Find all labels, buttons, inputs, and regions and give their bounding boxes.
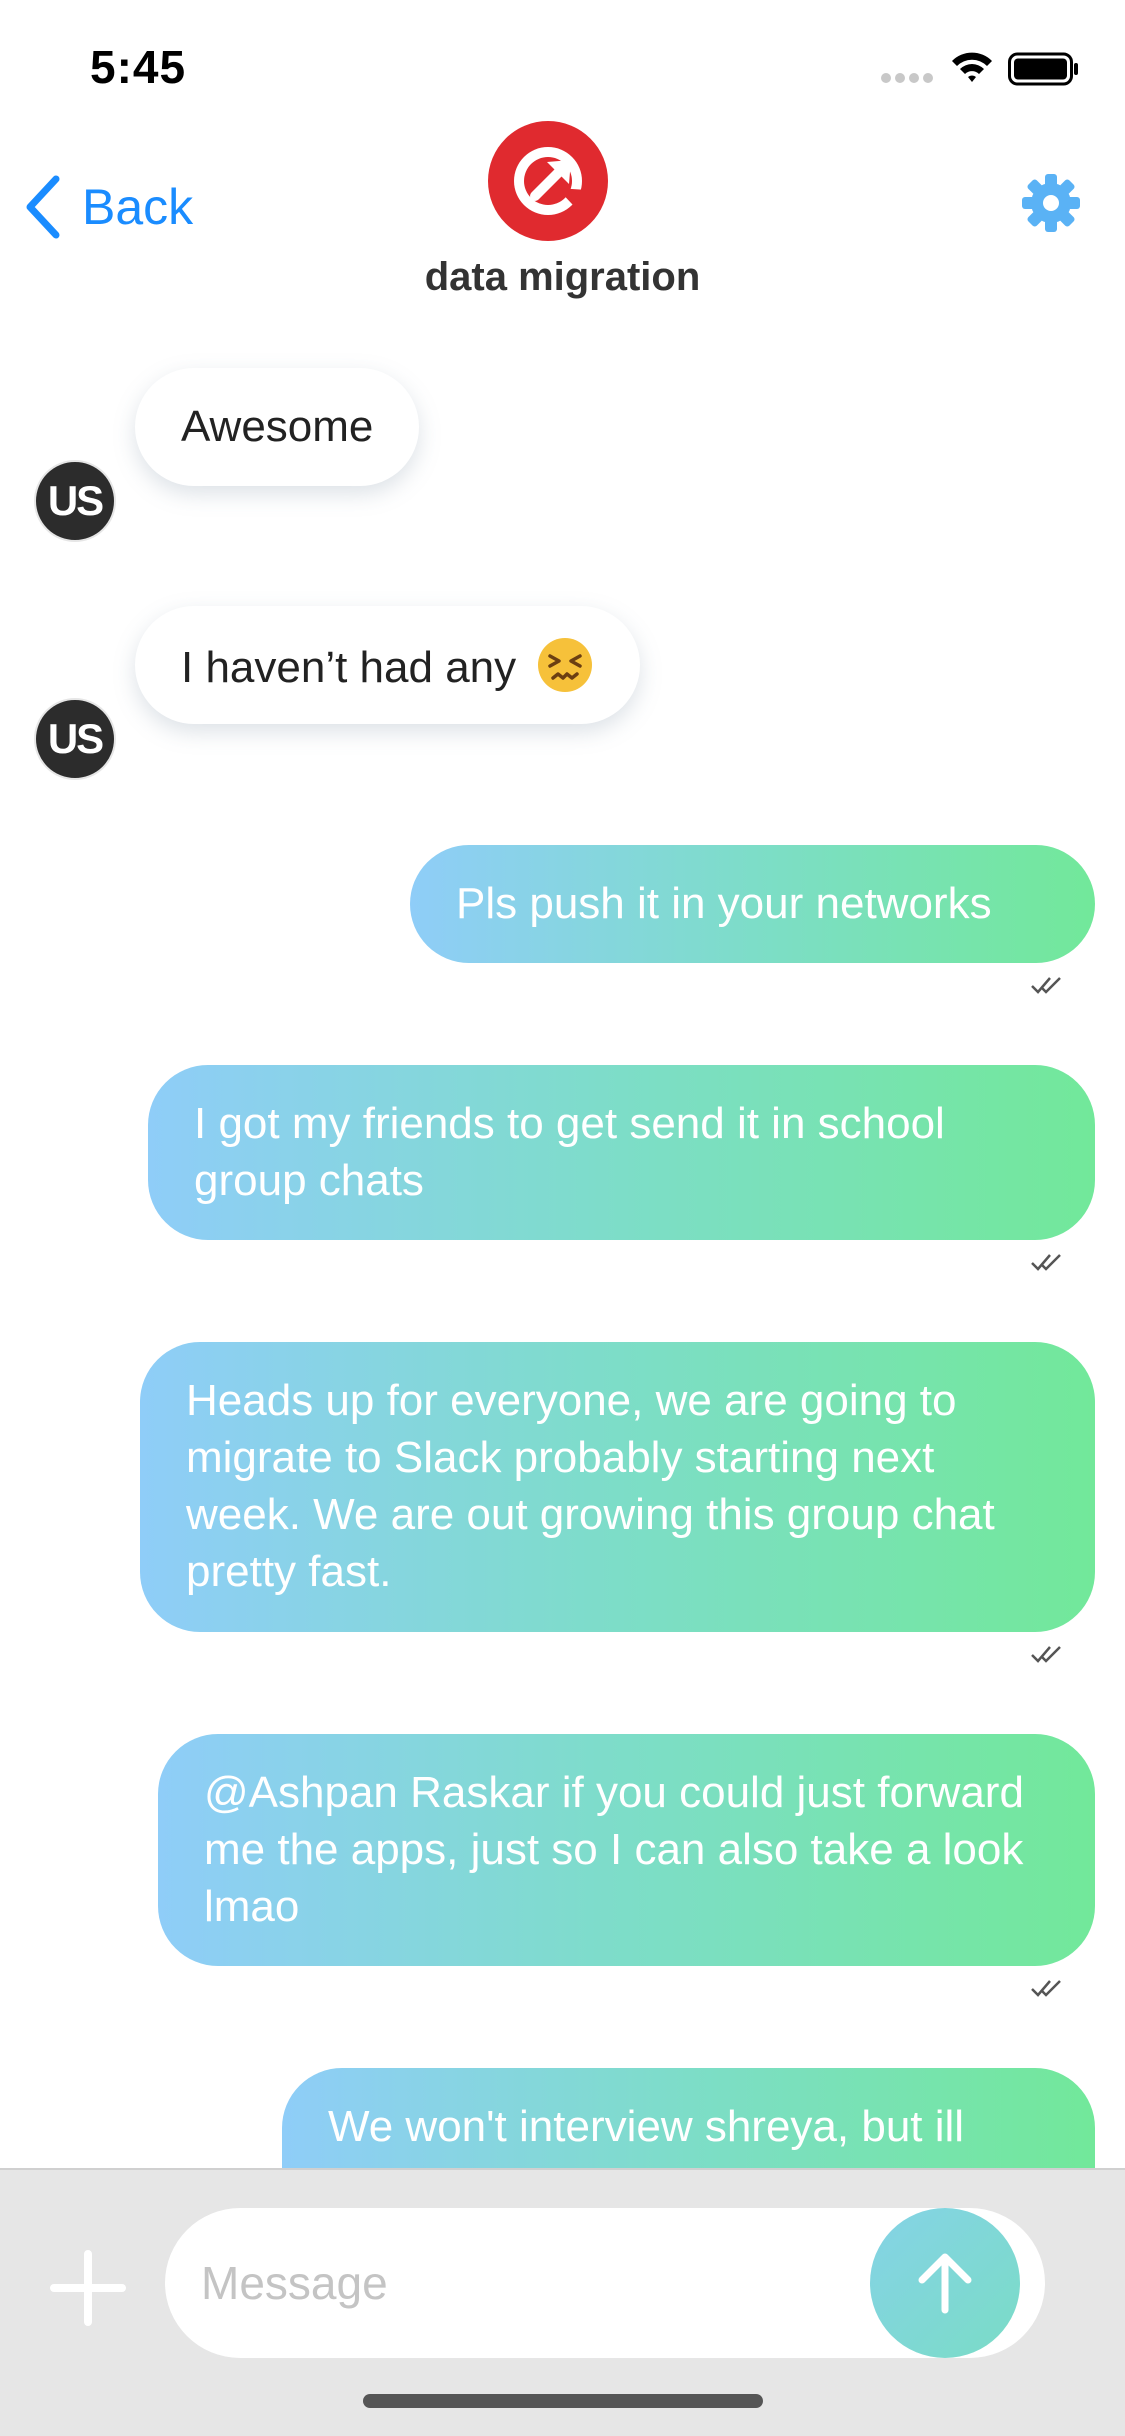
outgoing-message-bubble[interactable]: I got my friends to get send it in schoo… bbox=[148, 1065, 1095, 1240]
nav-bar: Back data migration bbox=[0, 110, 1125, 310]
chat-screen: 5:45 Back data migration Awesome US I ha… bbox=[0, 0, 1125, 2436]
wifi-icon bbox=[952, 52, 992, 82]
gear-icon[interactable] bbox=[1020, 172, 1082, 234]
message-text: We won't interview shreya, but ill bbox=[328, 2102, 965, 2151]
read-receipt-icon bbox=[1031, 1980, 1061, 1997]
user-avatar[interactable]: US bbox=[34, 460, 116, 542]
outgoing-message-bubble[interactable]: We won't interview shreya, but ill bbox=[282, 2068, 1095, 2168]
back-button[interactable]: Back bbox=[22, 162, 193, 252]
message-text: @Ashpan Raskar if you could just forward… bbox=[204, 1768, 1024, 1931]
chat-title: data migration bbox=[424, 255, 701, 299]
message-list[interactable]: Awesome US I haven’t had any US Pls push… bbox=[0, 320, 1125, 2168]
read-receipt-icon bbox=[1031, 977, 1061, 994]
message-text: I got my friends to get send it in schoo… bbox=[194, 1099, 945, 1205]
chevron-left-icon bbox=[26, 175, 60, 239]
incoming-message-bubble[interactable]: I haven’t had any bbox=[135, 606, 641, 724]
outgoing-message-bubble[interactable]: Pls push it in your networks bbox=[410, 845, 1095, 963]
send-button[interactable] bbox=[870, 2208, 1020, 2358]
message-text: Heads up for everyone, we are going to m… bbox=[186, 1376, 995, 1596]
incoming-message-bubble[interactable]: Awesome bbox=[135, 368, 420, 486]
message-text: I haven’t had any bbox=[181, 643, 517, 692]
message-text: Awesome bbox=[181, 402, 374, 451]
cellular-signal-icon bbox=[881, 73, 933, 83]
outgoing-message-bubble[interactable]: Heads up for everyone, we are going to m… bbox=[140, 1342, 1095, 1632]
status-time: 5:45 bbox=[90, 41, 187, 93]
arrow-up-icon bbox=[918, 2253, 972, 2314]
back-label: Back bbox=[82, 179, 194, 235]
add-attachment-button[interactable] bbox=[50, 2250, 126, 2326]
confounded-face-emoji-icon bbox=[538, 638, 593, 692]
battery-icon bbox=[1008, 52, 1078, 86]
message-text: Pls push it in your networks bbox=[456, 879, 992, 928]
read-receipt-icon bbox=[1031, 1254, 1061, 1271]
avatar-initials: US bbox=[47, 477, 104, 524]
outgoing-message-bubble[interactable]: @Ashpan Raskar if you could just forward… bbox=[158, 1734, 1095, 1966]
read-receipt-icon bbox=[1031, 1646, 1061, 1663]
avatar-initials: US bbox=[47, 715, 104, 762]
group-avatar-icon[interactable] bbox=[487, 120, 609, 242]
user-avatar[interactable]: US bbox=[34, 698, 116, 780]
composer-bar bbox=[0, 2168, 1125, 2436]
home-indicator bbox=[363, 2394, 763, 2408]
